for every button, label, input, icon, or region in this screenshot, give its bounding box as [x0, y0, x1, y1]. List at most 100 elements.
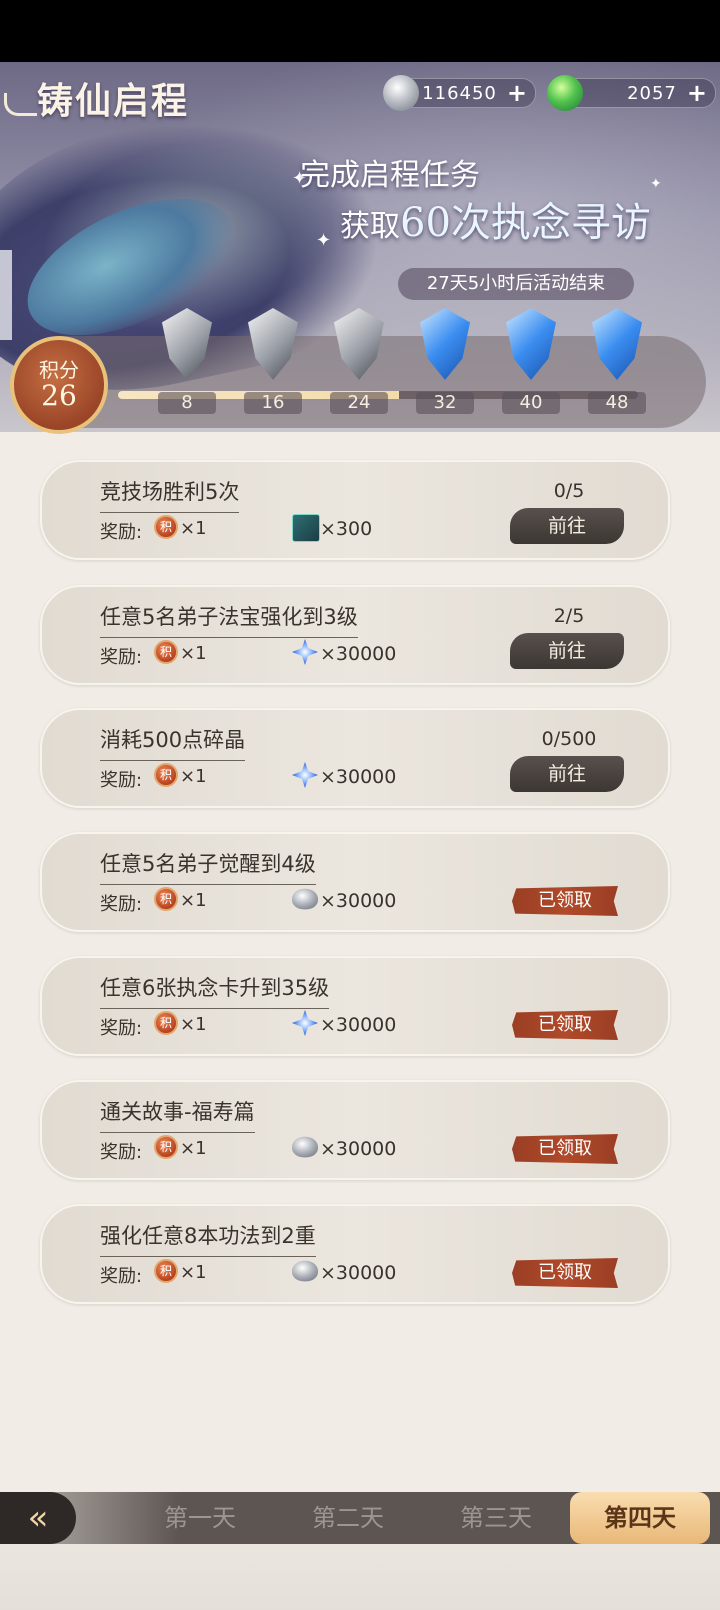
sparkle-icon: ✦ — [316, 230, 332, 251]
event-countdown: 27天5小时后活动结束 — [398, 268, 634, 300]
points-quantity: ×1 — [180, 1014, 207, 1035]
milestone-threshold: 32 — [416, 392, 474, 414]
jade-amount: 2057 — [627, 82, 677, 104]
tab-day-1[interactable]: 第一天 — [130, 1492, 270, 1544]
jade-orb-icon — [547, 75, 583, 111]
points-quantity: ×1 — [180, 1262, 207, 1283]
points-quantity: ×1 — [180, 643, 207, 664]
silver-ingot-icon — [292, 888, 318, 910]
crystal-icon — [292, 762, 318, 788]
score-value: 26 — [41, 379, 77, 412]
task-title: 竞技场胜利5次 — [100, 476, 240, 513]
claimed-badge: 已领取 — [512, 1134, 618, 1164]
points-token-icon: 积 — [154, 1259, 178, 1283]
reward-label: 奖励: — [100, 894, 143, 915]
reward-label: 奖励: — [100, 1266, 143, 1287]
tab-day-4[interactable]: 第四天 — [570, 1492, 710, 1544]
milestone-threshold: 16 — [244, 392, 302, 414]
milestone-reward[interactable]: 24 — [324, 308, 394, 428]
promo-prefix: 获取 — [340, 209, 400, 244]
task-progress: 0/5 — [553, 480, 585, 502]
points-token-icon: 积 — [154, 887, 178, 911]
reward-quantity: ×30000 — [320, 1014, 397, 1036]
points-token-icon: 积 — [154, 515, 178, 539]
task-card: 任意5名弟子法宝强化到3级 奖励: 积 ×1 ×30000 2/5 前往 — [40, 585, 670, 685]
reward-label: 奖励: — [100, 647, 143, 668]
blue-feather-icon — [592, 308, 642, 380]
points-quantity: ×1 — [180, 766, 207, 787]
task-progress: 0/500 — [541, 728, 597, 750]
task-title: 消耗500点碎晶 — [100, 724, 246, 761]
crystal-icon — [292, 1010, 318, 1036]
points-quantity: ×1 — [180, 890, 207, 911]
go-button[interactable]: 前往 — [510, 633, 624, 669]
blue-feather-icon — [420, 308, 470, 380]
milestone-threshold: 24 — [330, 392, 388, 414]
points-token-icon: 积 — [154, 1011, 178, 1035]
milestone-threshold: 40 — [502, 392, 560, 414]
tab-day-2[interactable]: 第二天 — [278, 1492, 418, 1544]
points-quantity: ×1 — [180, 1138, 207, 1159]
promo-line-1: 完成启程任务 — [300, 158, 480, 193]
go-button[interactable]: 前往 — [510, 756, 624, 792]
task-card: 消耗500点碎晶 奖励: 积 ×1 ×30000 0/500 前往 — [40, 708, 670, 808]
milestone-reward[interactable]: 16 — [238, 308, 308, 428]
reward-label: 奖励: — [100, 1018, 143, 1039]
reward-quantity: ×30000 — [320, 766, 397, 788]
add-jade-button[interactable]: + — [687, 81, 707, 105]
reward-quantity: ×30000 — [320, 890, 397, 912]
task-card: 竞技场胜利5次 奖励: 积 ×1 ×300 0/5 前往 — [40, 460, 670, 560]
task-title: 任意5名弟子觉醒到4级 — [100, 848, 316, 885]
silver-feather-icon — [162, 308, 212, 380]
title-ornament-icon — [4, 92, 37, 116]
task-card: 通关故事-福寿篇 奖励: 积 ×1 ×30000 已领取 — [40, 1080, 670, 1180]
reward-quantity: ×30000 — [320, 1262, 397, 1284]
points-token-icon: 积 — [154, 1135, 178, 1159]
promo-line-2: 获取60次执念寻访 — [340, 190, 651, 248]
task-card: 强化任意8本功法到2重 奖励: 积 ×1 ×30000 已领取 — [40, 1204, 670, 1304]
task-title: 通关故事-福寿篇 — [100, 1096, 255, 1133]
add-silver-button[interactable]: + — [507, 81, 527, 105]
claimed-badge: 已领取 — [512, 1010, 618, 1040]
milestone-reward[interactable]: 40 — [496, 308, 566, 428]
crystal-icon — [292, 639, 318, 665]
claimed-badge: 已领取 — [512, 1258, 618, 1288]
points-token-icon: 积 — [154, 640, 178, 664]
silver-amount: 116450 — [422, 82, 497, 104]
silver-ingot-icon — [383, 75, 419, 111]
score-label: 积分 — [39, 358, 79, 382]
points-token-icon: 积 — [154, 763, 178, 787]
silver-currency[interactable]: 116450 + — [383, 75, 536, 111]
reward-quantity: ×30000 — [320, 1138, 397, 1160]
tab-day-3[interactable]: 第三天 — [426, 1492, 566, 1544]
task-title: 强化任意8本功法到2重 — [100, 1220, 316, 1257]
score-badge: 积分 26 — [10, 336, 108, 434]
go-button[interactable]: 前往 — [510, 508, 624, 544]
reward-label: 奖励: — [100, 1142, 143, 1163]
milestone-reward[interactable]: 8 — [152, 308, 222, 428]
blue-feather-icon — [506, 308, 556, 380]
silver-feather-icon — [334, 308, 384, 380]
status-bar — [0, 0, 720, 62]
page-title-text: 铸仙启程 — [37, 80, 190, 122]
sparkle-icon: ✦ — [650, 176, 662, 192]
reward-label: 奖励: — [100, 770, 143, 791]
footer-area — [0, 1544, 720, 1610]
claimed-badge: 已领取 — [512, 886, 618, 916]
edge-highlight — [0, 250, 12, 340]
promo-highlight: 60次执念寻访 — [400, 200, 651, 246]
jade-currency[interactable]: 2057 + — [547, 75, 716, 111]
back-button[interactable]: « — [0, 1492, 76, 1544]
reward-quantity: ×30000 — [320, 643, 397, 665]
milestone-threshold: 48 — [588, 392, 646, 414]
reward-label: 奖励: — [100, 522, 143, 543]
milestone-reward[interactable]: 48 — [582, 308, 652, 428]
milestone-reward[interactable]: 32 — [410, 308, 480, 428]
reward-quantity: ×300 — [320, 518, 373, 540]
silver-feather-icon — [248, 308, 298, 380]
task-progress: 2/5 — [553, 605, 585, 627]
silver-ingot-icon — [292, 1136, 318, 1158]
task-title: 任意6张执念卡升到35级 — [100, 972, 330, 1009]
milestone-threshold: 8 — [158, 392, 216, 414]
page-title: 铸仙启程 — [0, 72, 240, 124]
